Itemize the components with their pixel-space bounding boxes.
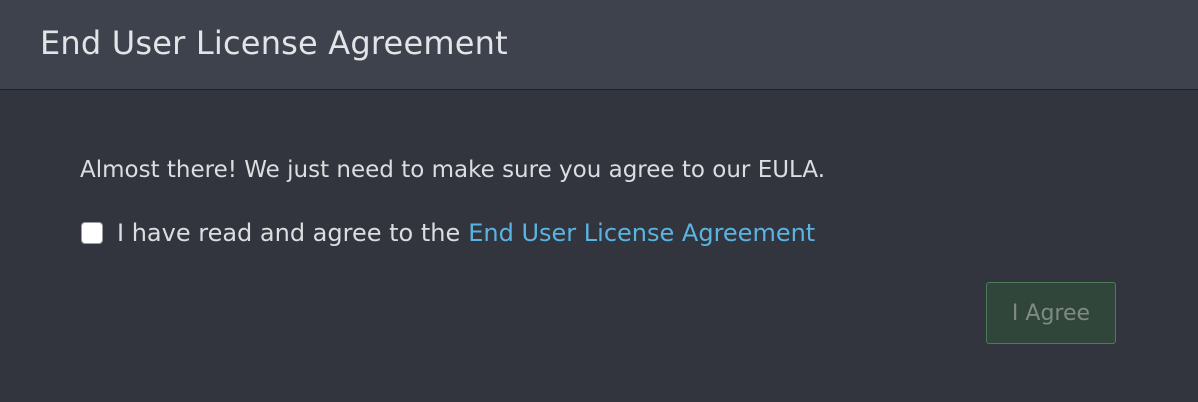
- agreement-label: I have read and agree to the: [117, 219, 461, 247]
- agree-checkbox[interactable]: [81, 222, 103, 244]
- dialog-header: End User License Agreement: [0, 0, 1198, 90]
- eula-dialog: End User License Agreement Almost there!…: [0, 0, 1198, 402]
- dialog-title: End User License Agreement: [40, 24, 508, 62]
- eula-link[interactable]: End User License Agreement: [468, 219, 815, 247]
- agree-button[interactable]: I Agree: [986, 282, 1116, 344]
- intro-text: Almost there! We just need to make sure …: [80, 157, 826, 183]
- agreement-row: I have read and agree to the End User Li…: [80, 217, 815, 249]
